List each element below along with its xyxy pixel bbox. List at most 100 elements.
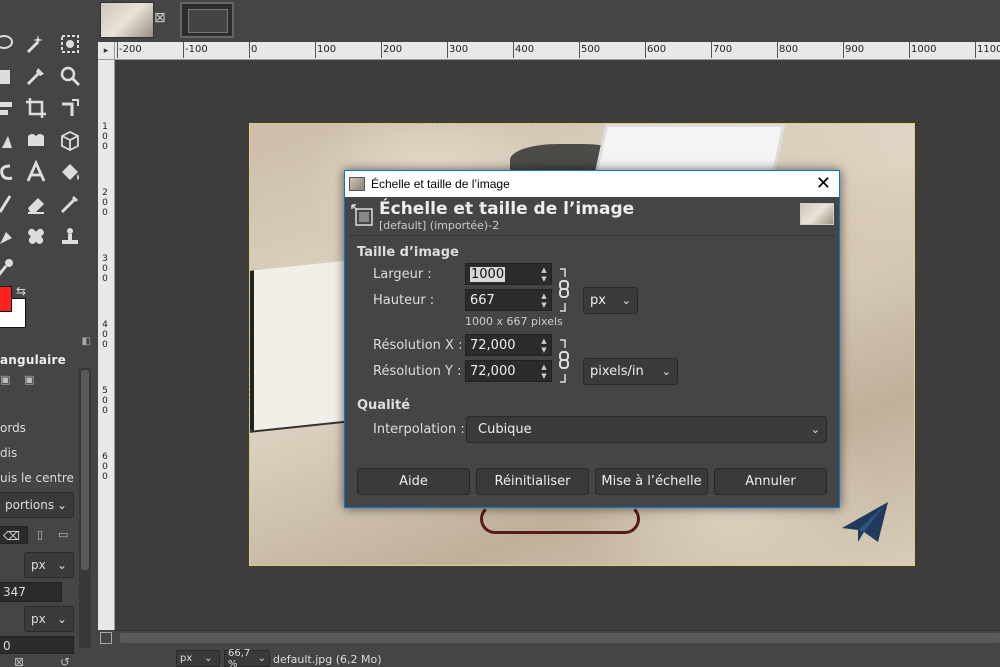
ruler-tick: 700	[710, 42, 733, 58]
crop-tool-icon[interactable]	[22, 94, 50, 122]
ruler-tick: 800	[776, 42, 799, 58]
position-unit-combo[interactable]: px ⌄	[24, 552, 74, 578]
size-field[interactable]: 0	[0, 636, 74, 654]
bucket-fill-icon[interactable]	[56, 158, 84, 186]
help-button[interactable]: Aide	[357, 468, 470, 495]
close-icon[interactable]: ✕	[816, 174, 831, 192]
ruler-tick: 500	[578, 42, 601, 58]
clear-icon[interactable]: ⌫	[3, 529, 20, 543]
cage-transform-icon[interactable]	[22, 126, 50, 154]
ruler-tick: 300	[446, 42, 469, 58]
align-icon[interactable]	[0, 94, 18, 122]
portrait-icon[interactable]: ▯	[37, 528, 43, 541]
spin-down-icon[interactable]: ▼	[539, 345, 549, 354]
expand-option[interactable]: dis	[0, 446, 17, 460]
spin-up-icon[interactable]: ▲	[539, 265, 549, 274]
reset-options-icon[interactable]: ⊠	[14, 655, 24, 667]
image-thumbnail	[800, 203, 834, 225]
3d-transform-icon[interactable]	[56, 126, 84, 154]
restore-options-icon[interactable]: ↺	[60, 655, 70, 667]
resolution-x-value[interactable]: 72,000	[470, 338, 516, 353]
height-value[interactable]: 667	[470, 293, 495, 308]
ruler-tick: -100	[183, 42, 208, 58]
ruler-corner-icon[interactable]: ▸	[98, 42, 115, 60]
image-tab-photo[interactable]	[100, 2, 154, 38]
rounded-corners-option[interactable]: ords	[0, 421, 26, 435]
size-unit-combo[interactable]: px ⌄	[24, 606, 74, 632]
spin-up-icon[interactable]: ▲	[539, 362, 549, 371]
resolution-unit-combo[interactable]: pixels/in ⌄	[583, 358, 678, 385]
resolution-y-label: Résolution Y :	[373, 364, 462, 379]
resolution-x-spinbutton[interactable]: 72,000 ▲ ▼	[465, 334, 552, 356]
height-spinbutton[interactable]: 667 ▲ ▼	[465, 289, 552, 311]
dialog-titlebar[interactable]: Échelle et taille de l’image ✕	[345, 171, 839, 197]
width-value[interactable]: 1000	[470, 267, 506, 282]
text-icon[interactable]	[22, 158, 50, 186]
photo-strap	[480, 504, 640, 534]
swap-colors-icon[interactable]: ⇆	[16, 284, 26, 298]
tool-options-scroll-thumb[interactable]	[81, 370, 89, 570]
eraser-icon[interactable]	[22, 190, 50, 218]
spin-down-icon[interactable]: ▼	[539, 371, 549, 380]
heal-icon[interactable]	[22, 222, 50, 250]
navigate-icon[interactable]	[100, 632, 112, 644]
image-tab-screenshot[interactable]	[180, 2, 234, 38]
ruler-tick: 100	[314, 42, 337, 58]
reset-button[interactable]: Réinitialiser	[476, 468, 589, 495]
spin-down-icon[interactable]: ▼	[539, 274, 549, 283]
landscape-icon[interactable]: ▭	[58, 528, 68, 541]
scale-image-dialog: Échelle et taille de l’image ✕ Échelle e…	[344, 170, 840, 508]
dodge-icon[interactable]	[0, 254, 18, 282]
ruler-tick: -200	[117, 42, 142, 58]
warp-icon[interactable]	[0, 158, 18, 186]
position-field[interactable]: 347	[0, 582, 62, 602]
width-label: Largeur :	[373, 267, 432, 282]
zoom-icon[interactable]	[56, 62, 84, 90]
fuzzy-select-icon[interactable]	[22, 30, 50, 58]
cancel-button[interactable]: Annuler	[714, 468, 827, 495]
spin-up-icon[interactable]: ▲	[539, 291, 549, 300]
select-by-color-icon[interactable]	[56, 30, 84, 58]
ink-icon[interactable]	[56, 190, 84, 218]
zoom-value: 66,7 %	[228, 647, 251, 667]
status-unit-combo[interactable]: px ⌄	[176, 650, 220, 667]
chain-link-icon[interactable]	[557, 338, 573, 384]
panel-menu-icon[interactable]: ◧	[82, 336, 91, 347]
zoom-combo[interactable]: 66,7 % ⌄	[224, 647, 270, 667]
resolution-y-value[interactable]: 72,000	[470, 364, 516, 379]
expand-from-center-option[interactable]: uis le centre	[0, 471, 74, 485]
smudge-icon[interactable]	[56, 222, 84, 250]
resolution-y-spinbutton[interactable]: 72,000 ▲ ▼	[465, 360, 552, 382]
crop-icon[interactable]	[0, 62, 18, 90]
position-value: 347	[3, 585, 26, 599]
ruler-tick: 600	[644, 42, 667, 58]
height-label: Hauteur :	[373, 293, 435, 308]
spin-up-icon[interactable]: ▲	[539, 336, 549, 345]
clone-icon[interactable]	[0, 222, 18, 250]
chevron-down-icon: ⌄	[810, 423, 820, 436]
mode-replace-icon[interactable]: ▣	[0, 373, 10, 386]
unified-transform-icon[interactable]	[56, 94, 84, 122]
ruler-tick: 1 0 0	[102, 122, 108, 152]
interpolation-combo[interactable]: Cubique ⌄	[466, 416, 827, 443]
close-tab-icon[interactable]: ⊠	[154, 10, 166, 26]
spin-down-icon[interactable]: ▼	[539, 300, 549, 309]
fixed-proportions-combo[interactable]: portions ⌄	[0, 492, 74, 518]
size-unit-value: px	[590, 293, 606, 308]
scale-button[interactable]: Mise à l’échelle	[595, 468, 708, 495]
lasso-select-icon[interactable]	[0, 30, 18, 58]
paintbrush-icon[interactable]	[0, 190, 18, 218]
fixed-field[interactable]: ⌫	[0, 526, 28, 544]
size-unit-combo[interactable]: px ⌄	[583, 287, 638, 314]
mode-add-icon[interactable]: ▣	[24, 373, 34, 386]
status-unit-value: px	[180, 653, 193, 664]
foreground-color-swatch[interactable]	[0, 286, 12, 312]
quality-section-title: Qualité	[357, 398, 411, 413]
chevron-down-icon: ⌄	[257, 653, 266, 664]
image-size-section-title: Taille d’image	[357, 245, 459, 260]
chain-link-icon[interactable]	[557, 267, 573, 313]
perspective-icon[interactable]	[0, 126, 18, 154]
width-spinbutton[interactable]: 1000 ▲ ▼	[465, 263, 552, 285]
color-picker-icon[interactable]	[22, 62, 50, 90]
horizontal-scroll-thumb[interactable]	[120, 633, 1000, 643]
